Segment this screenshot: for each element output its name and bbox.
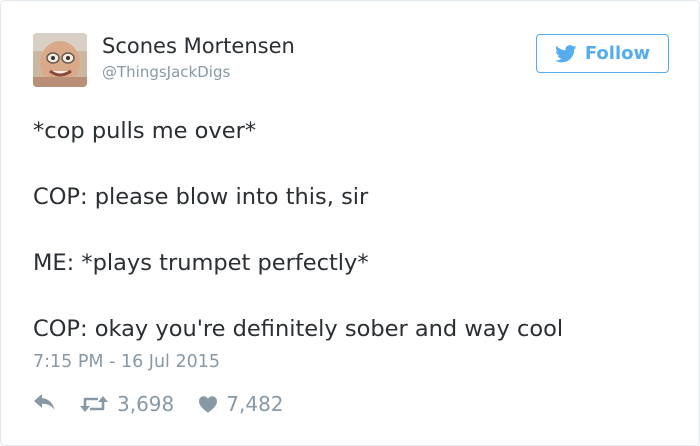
avatar-photo bbox=[33, 33, 87, 87]
tweet-line-1: *cop pulls me over* bbox=[33, 118, 257, 144]
retweet-action[interactable]: 3,698 bbox=[79, 392, 174, 416]
retweet-icon bbox=[80, 396, 108, 412]
follow-label: Follow bbox=[584, 43, 651, 64]
tweet-line-2: COP: please blow into this, sir bbox=[33, 184, 369, 210]
heart-icon bbox=[199, 396, 218, 413]
user-handle[interactable]: @ThingsJackDigs bbox=[102, 63, 230, 81]
tweet-line-3: ME: *plays trumpet perfectly* bbox=[33, 250, 369, 276]
twitter-bird-icon bbox=[554, 44, 577, 62]
like-action[interactable]: 7,482 bbox=[198, 392, 284, 416]
tweet-timestamp[interactable]: 7:15 PM - 16 Jul 2015 bbox=[33, 352, 220, 372]
display-name[interactable]: Scones Mortensen bbox=[102, 34, 295, 58]
tweet-line-4: COP: okay you're definitely sober and wa… bbox=[33, 316, 564, 342]
avatar[interactable] bbox=[33, 33, 87, 87]
follow-button[interactable]: Follow bbox=[536, 34, 669, 73]
retweet-count: 3,698 bbox=[117, 392, 175, 416]
like-count: 7,482 bbox=[226, 392, 284, 416]
tweet-actions: 3,698 7,482 bbox=[33, 391, 284, 417]
reply-icon[interactable] bbox=[33, 394, 57, 414]
tweet-card: Scones Mortensen @ThingsJackDigs Follow … bbox=[0, 0, 700, 446]
